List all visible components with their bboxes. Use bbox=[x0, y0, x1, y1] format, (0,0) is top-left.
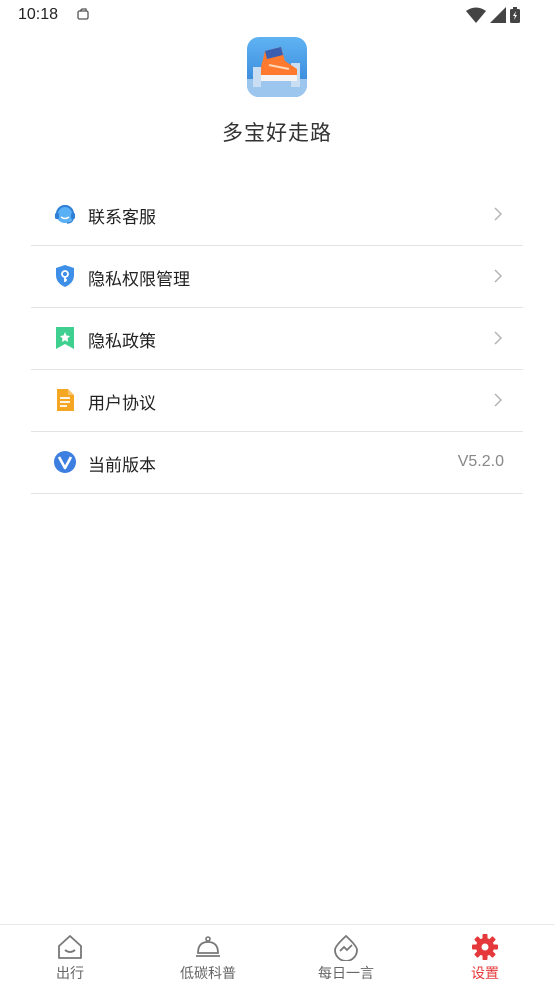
chevron-right-icon bbox=[494, 269, 503, 283]
status-time: 10:18 bbox=[18, 6, 59, 23]
signal-icon bbox=[490, 7, 506, 23]
menu-label: 隐私权限管理 bbox=[88, 270, 190, 290]
customer-service-icon bbox=[55, 205, 75, 224]
menu-item-privacy-permissions[interactable]: 隐私权限管理 bbox=[31, 246, 523, 308]
menu-item-privacy-policy[interactable]: 隐私政策 bbox=[31, 308, 523, 370]
menu-item-current-version[interactable]: 当前版本 V5.2.0 bbox=[31, 432, 523, 494]
nav-label: 每日一言 bbox=[318, 966, 374, 982]
nav-tab-travel[interactable]: 出行 bbox=[30, 933, 110, 985]
menu-item-user-agreement[interactable]: 用户协议 bbox=[31, 370, 523, 432]
nav-tab-low-carbon[interactable]: 低碳科普 bbox=[168, 933, 248, 985]
status-bar: 10:18 bbox=[0, 0, 554, 30]
document-icon bbox=[57, 389, 74, 411]
menu-label: 联系客服 bbox=[88, 208, 156, 228]
battery-icon bbox=[510, 7, 520, 23]
status-icons bbox=[466, 7, 536, 23]
version-value: V5.2.0 bbox=[457, 453, 504, 470]
nav-label: 设置 bbox=[471, 966, 499, 982]
menu-label: 隐私政策 bbox=[88, 332, 156, 352]
chevron-right-icon bbox=[494, 393, 503, 407]
chevron-right-icon bbox=[494, 331, 503, 345]
notification-icon bbox=[77, 8, 89, 20]
menu-label: 用户协议 bbox=[88, 394, 156, 414]
bottom-nav: 出行 低碳科普 每日一言 设置 bbox=[0, 924, 554, 985]
sneaker-logo-icon bbox=[247, 37, 307, 97]
nav-tab-daily-quote[interactable]: 每日一言 bbox=[306, 933, 386, 985]
menu-item-customer-service[interactable]: 联系客服 bbox=[31, 184, 523, 246]
version-v-icon bbox=[54, 451, 76, 473]
house-icon bbox=[58, 935, 82, 959]
settings-menu: 联系客服 隐私权限管理 隐私政策 用户协议 当前版本 V5.2.0 bbox=[31, 184, 523, 494]
dish-cover-icon bbox=[196, 936, 220, 957]
chart-drop-icon bbox=[334, 934, 358, 961]
nav-label: 低碳科普 bbox=[180, 966, 236, 982]
nav-tab-settings[interactable]: 设置 bbox=[445, 933, 525, 985]
app-name: 多宝好走路 bbox=[222, 121, 332, 145]
privacy-shield-icon bbox=[56, 265, 74, 287]
gear-icon bbox=[472, 934, 498, 960]
menu-label: 当前版本 bbox=[88, 456, 156, 476]
app-logo bbox=[247, 37, 307, 97]
nav-label: 出行 bbox=[56, 966, 84, 982]
wifi-icon bbox=[466, 7, 486, 23]
chevron-right-icon bbox=[494, 207, 503, 221]
bookmark-star-icon bbox=[56, 327, 74, 349]
